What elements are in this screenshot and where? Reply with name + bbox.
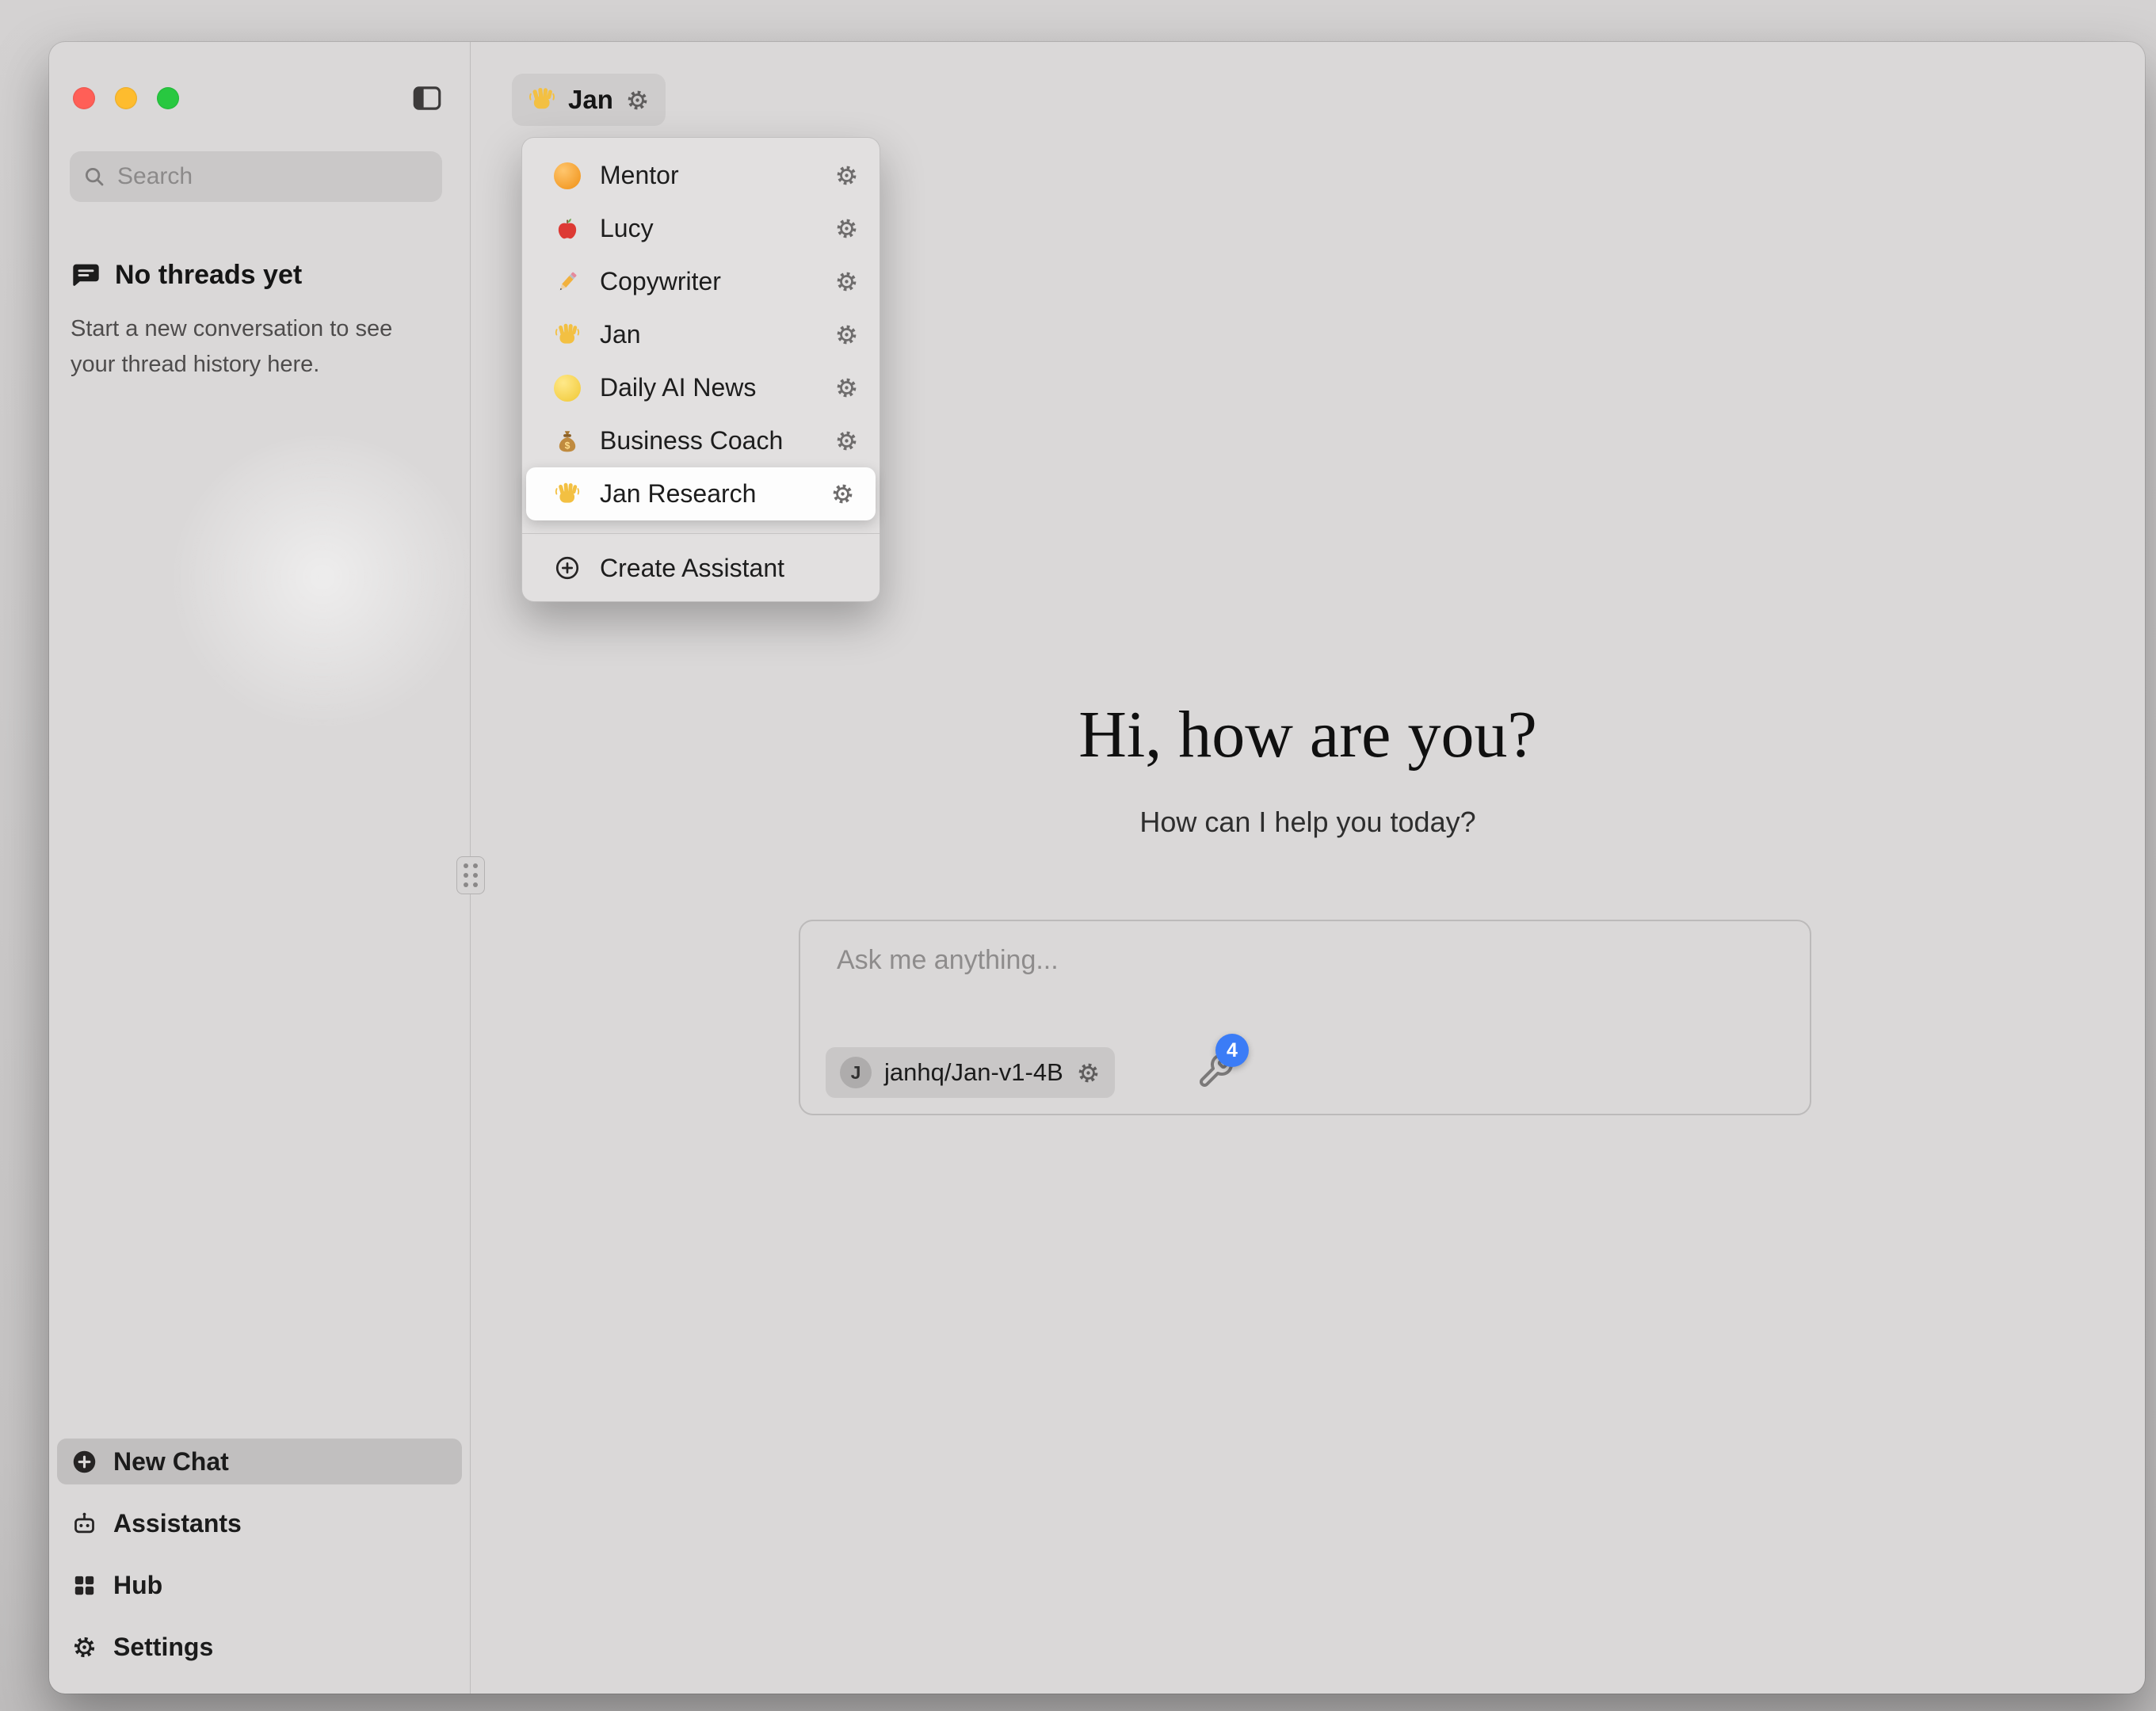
gear-icon[interactable] [834, 163, 859, 188]
sidebar-item-new-chat[interactable]: New Chat [57, 1439, 462, 1484]
model-name: janhq/Jan-v1-4B [884, 1058, 1063, 1087]
model-settings-gear-icon[interactable] [1076, 1061, 1101, 1085]
assistant-settings-gear-icon[interactable] [625, 88, 650, 112]
empty-state-header: No threads yet [71, 260, 302, 291]
menu-item-mentor[interactable]: Mentor [522, 149, 880, 202]
plus-circle-outline-icon [554, 554, 581, 581]
gear-icon[interactable] [834, 322, 859, 347]
create-assistant-label: Create Assistant [600, 554, 784, 583]
sidebar-resize-handle[interactable] [456, 856, 485, 894]
gear-icon[interactable] [834, 269, 859, 294]
sidebar-item-label: New Chat [113, 1447, 229, 1477]
chat-bubble-icon [71, 261, 101, 290]
menu-item-jan-research[interactable]: Jan Research [526, 467, 876, 520]
empty-state-description: Start a new conversation to see your thr… [71, 311, 431, 383]
hub-grid-icon [71, 1572, 97, 1599]
search-bar [70, 151, 442, 202]
menu-item-label: Copywriter [600, 267, 815, 296]
yellow-circle-emoji [554, 375, 581, 402]
settings-gear-icon [71, 1634, 97, 1660]
menu-item-label: Lucy [600, 214, 815, 243]
waving-hand-emoji [528, 86, 556, 114]
chat-composer: J janhq/Jan-v1-4B 4 [799, 920, 1811, 1115]
sidebar-item-settings[interactable]: Settings [57, 1624, 462, 1670]
gear-icon[interactable] [834, 216, 859, 241]
sidebar-item-assistants[interactable]: Assistants [57, 1500, 462, 1546]
empty-state-title: No threads yet [115, 260, 302, 291]
sidebar-item-hub[interactable]: Hub [57, 1562, 462, 1608]
menu-item-daily-ai-news[interactable]: Daily AI News [522, 361, 880, 414]
sidebar-item-label: Hub [113, 1571, 162, 1600]
plus-circle-icon [71, 1449, 97, 1475]
model-avatar: J [840, 1057, 872, 1088]
red-apple-emoji [554, 215, 581, 242]
assistant-menu: Mentor Lucy Copywriter Jan [521, 137, 880, 602]
menu-item-label: Jan Research [600, 479, 811, 509]
menu-item-lucy[interactable]: Lucy [522, 202, 880, 255]
menu-item-jan[interactable]: Jan [522, 308, 880, 361]
menu-item-business-coach[interactable]: Business Coach [522, 414, 880, 467]
menu-item-copywriter[interactable]: Copywriter [522, 255, 880, 308]
assistant-name: Jan [568, 85, 613, 115]
desktop-background: No threads yet Start a new conversation … [0, 0, 2156, 1711]
menu-separator [522, 533, 880, 534]
gear-icon[interactable] [834, 429, 859, 453]
gear-icon[interactable] [830, 482, 855, 506]
orange-circle-emoji [554, 162, 581, 189]
tools-count-badge: 4 [1215, 1034, 1249, 1067]
pencil-emoji [554, 269, 581, 295]
assistants-icon [71, 1511, 97, 1537]
menu-item-label: Jan [600, 320, 815, 349]
sidebar-toggle-icon[interactable] [410, 82, 444, 115]
minimize-window-button[interactable] [115, 87, 137, 109]
create-assistant-button[interactable]: Create Assistant [522, 542, 880, 594]
background-glow [168, 438, 471, 747]
app-window: No threads yet Start a new conversation … [49, 42, 2145, 1694]
window-controls [73, 87, 179, 109]
close-window-button[interactable] [73, 87, 95, 109]
sidebar-item-label: Assistants [113, 1509, 242, 1538]
model-selector[interactable]: J janhq/Jan-v1-4B [826, 1047, 1115, 1098]
waving-hand-emoji [554, 322, 581, 349]
menu-item-label: Daily AI News [600, 373, 815, 402]
money-bag-emoji [554, 428, 581, 455]
menu-item-label: Business Coach [600, 426, 815, 455]
greeting-subtitle: How can I help you today? [471, 806, 2145, 839]
zoom-window-button[interactable] [157, 87, 179, 109]
sidebar: No threads yet Start a new conversation … [49, 42, 471, 1694]
main-area: Jan Mentor Lucy Cop [471, 42, 2145, 1694]
gear-icon[interactable] [834, 375, 859, 400]
waving-hand-emoji [554, 481, 581, 508]
search-input[interactable] [116, 162, 429, 191]
search-icon [82, 165, 106, 189]
menu-item-label: Mentor [600, 161, 815, 190]
assistant-selector[interactable]: Jan [512, 74, 666, 126]
greeting-title: Hi, how are you? [471, 696, 2145, 773]
sidebar-item-label: Settings [113, 1633, 213, 1662]
chat-input[interactable] [835, 943, 1750, 1018]
